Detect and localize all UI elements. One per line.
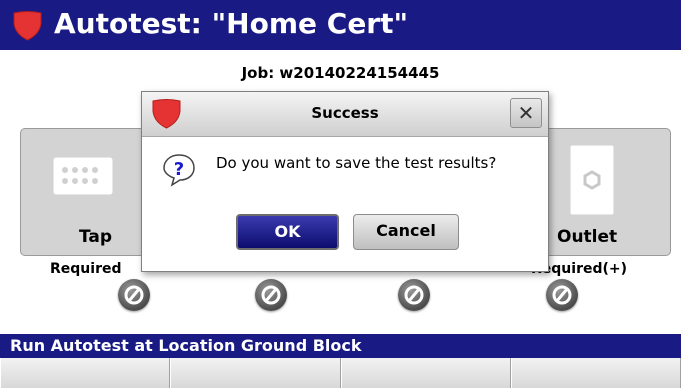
- success-dialog: Success ✕ ? Do you want to save the test…: [141, 91, 549, 272]
- dialog-message: Do you want to save the test results?: [216, 154, 497, 172]
- dialog-title: Success: [311, 104, 379, 122]
- red-shield-icon: [13, 11, 42, 41]
- outlet-icon: [570, 145, 614, 215]
- requirement-label-tap: Required: [50, 261, 122, 277]
- not-tested-icon: [255, 279, 287, 311]
- job-label: Job: w20140224154445: [241, 64, 440, 82]
- question-icon: ?: [163, 154, 195, 187]
- page-title: Autotest: "Home Cert": [54, 7, 409, 40]
- softkey-2[interactable]: [170, 358, 341, 388]
- coax-tap-icon: [53, 157, 113, 195]
- close-button[interactable]: ✕: [510, 98, 542, 128]
- cancel-button[interactable]: Cancel: [353, 214, 459, 250]
- not-tested-icon: [118, 279, 150, 311]
- dialog-title-bar: Success ✕: [142, 92, 548, 137]
- softkey-1[interactable]: [0, 358, 171, 388]
- softkey-bar: [0, 358, 681, 388]
- softkey-3[interactable]: [340, 358, 511, 388]
- not-tested-icon: [398, 279, 430, 311]
- status-bar: Run Autotest at Location Ground Block: [0, 334, 681, 358]
- location-label-tap: Tap: [79, 227, 113, 247]
- softkey-4[interactable]: [510, 358, 681, 388]
- location-label-outlet: Outlet: [557, 227, 618, 247]
- title-bar: Autotest: "Home Cert": [0, 0, 681, 50]
- ok-button[interactable]: OK: [236, 214, 339, 250]
- svg-text:?: ?: [174, 159, 184, 180]
- location-card-outlet[interactable]: Outlet: [528, 128, 671, 256]
- not-tested-icon: [546, 279, 578, 311]
